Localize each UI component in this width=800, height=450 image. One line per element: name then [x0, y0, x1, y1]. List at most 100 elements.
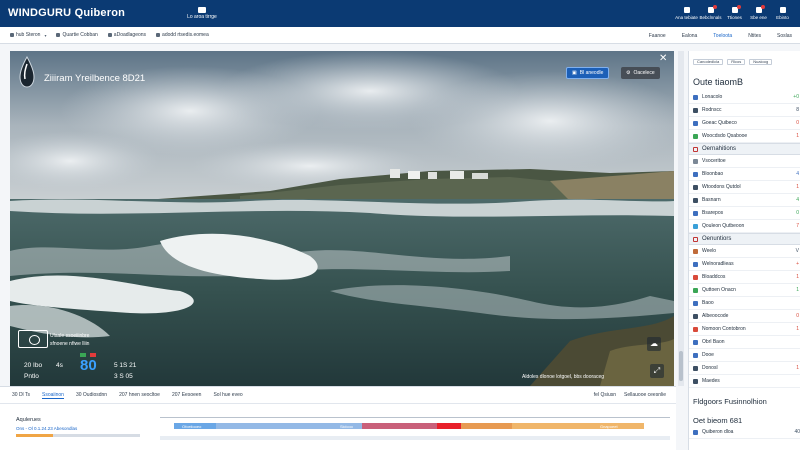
- nav-icon: [755, 5, 765, 13]
- sidebar-block2-title: Fldgoors Fusinnolhion: [693, 397, 767, 406]
- subnav-label: Quartie Cobban: [62, 32, 98, 38]
- spot-name: Vsoceritoe: [702, 158, 726, 164]
- webcam-primary-label: Bl aneodle: [579, 70, 604, 76]
- tab-4[interactable]: Soslas: [777, 33, 792, 39]
- scrollbar-thumb[interactable]: [679, 351, 683, 381]
- timeline-label: Siclcoo: [340, 424, 353, 429]
- sidebar-spot-row[interactable]: Rodnscc 8: [689, 104, 800, 117]
- spot-value: 1: [796, 287, 799, 293]
- timeline-label: Ofoeiiooeo: [182, 424, 202, 429]
- sidebar-spot-row[interactable]: Albeoocode 0: [689, 310, 800, 323]
- sidebar-spot-row[interactable]: Basnarn 4: [689, 194, 800, 207]
- close-icon[interactable]: ✕: [659, 53, 667, 64]
- sidebar-spot-row[interactable]: Quiberon dloa 40: [689, 426, 800, 439]
- sidebar-spot-row[interactable]: Wtoodons Qutdol 1: [689, 181, 800, 194]
- camera-icon[interactable]: [18, 330, 48, 348]
- stat-left-bottom: Pntlo: [24, 373, 39, 380]
- spot-icon: [693, 184, 698, 190]
- stat-right-bottom: 3 S 05: [114, 373, 133, 380]
- sidebar-spot-row[interactable]: Goeac Quibeco 0: [689, 117, 800, 130]
- tab-3[interactable]: Ntites: [748, 33, 761, 39]
- sidebar-spot-row[interactable]: Dooe: [689, 349, 800, 362]
- tab-2[interactable]: Toeloota: [713, 33, 732, 39]
- tab-1[interactable]: Ealona: [682, 33, 698, 39]
- spot-value: 0: [796, 313, 799, 319]
- forecast-tab[interactable]: Ssoaiinon: [41, 392, 64, 399]
- forecast-tab[interactable]: 207 Eesoeen: [172, 392, 201, 398]
- section-icon: [693, 146, 698, 152]
- spot-name: Quttoen Onacn: [702, 287, 736, 293]
- spot-value: 1: [796, 365, 799, 371]
- brand[interactable]: WINDGURU Quiberon: [8, 8, 125, 19]
- sidebar-spot-row[interactable]: Bloonbao 4: [689, 168, 800, 181]
- forecast-summary: Aqulerues Ons - Ol 0.1.24.23 Abesondlas: [16, 417, 140, 437]
- timeline-secondary-bar: [160, 436, 670, 440]
- sidebar-spot-row[interactable]: Lonacolo +0: [689, 91, 800, 104]
- header-nav-label: Ebinto: [776, 15, 789, 20]
- subnav-item-extra[interactable]: adodd rtsedis.eomea: [156, 32, 209, 38]
- spot-name: Albeoocode: [702, 313, 729, 319]
- header-center-item[interactable]: Lo aroa tirrge: [187, 7, 217, 20]
- sidebar-spot-row[interactable]: Nomoon Contobron 1: [689, 323, 800, 336]
- header-nav-item[interactable]: Bebclnnals: [699, 0, 722, 27]
- forecast-tab[interactable]: 30 Dl Ts: [12, 392, 30, 398]
- sidebar-spot-row[interactable]: Quttoen Onacn 1: [689, 284, 800, 297]
- sidebar-spot-row[interactable]: Obrl Baon: [689, 336, 800, 349]
- forecast-right-tab[interactable]: fel Qsiusn: [594, 392, 616, 398]
- spot-value: +0: [793, 94, 799, 100]
- timeline-segment: [437, 423, 461, 429]
- sidebar-scrollbar[interactable]: [678, 51, 684, 386]
- header-nav-item[interactable]: Ttiones: [723, 0, 746, 27]
- header-nav-item[interactable]: Ana tebiate: [675, 0, 698, 27]
- header-nav-item[interactable]: Sbe ene: [747, 0, 770, 27]
- spot-name: Goeac Quibeco: [702, 120, 737, 126]
- location-icon: [10, 33, 14, 37]
- spot-value: 8: [796, 107, 799, 113]
- sidebar-filter[interactable]: Nuaioog: [749, 59, 773, 65]
- fullscreen-icon[interactable]: ⤢: [650, 364, 664, 378]
- sidebar-spot-row[interactable]: Bsarepos 0: [689, 207, 800, 220]
- forecast-timeline[interactable]: Ofoeiiooeo Siclcoo Gnapoeet: [160, 412, 670, 448]
- forecast-subtitle: Ons - Ol 0.1.24.23 Abesondlas: [16, 426, 78, 431]
- forecast-tab[interactable]: 207 hnen seocltoe: [119, 392, 160, 398]
- sidebar-spot-row[interactable]: Baoo: [689, 297, 800, 310]
- nav-icon: [779, 7, 786, 13]
- tab-0[interactable]: Faanoe: [649, 33, 666, 39]
- sidebar-spot-row[interactable]: Weelo V: [689, 245, 800, 258]
- spot-value: V: [795, 248, 799, 254]
- spot-name: Nomoon Contobron: [702, 326, 746, 332]
- forecast-icon: [56, 33, 61, 37]
- sidebar-filter[interactable]: Canodedlcla: [693, 59, 724, 65]
- sidebar-spot-row[interactable]: Woocdsdo Qsabooe 1: [689, 130, 800, 143]
- forecast-tab[interactable]: Sol hue eveo: [213, 392, 242, 398]
- sidebar-spot-row[interactable]: Bloaddcos 1: [689, 271, 800, 284]
- subnav-item-forecast[interactable]: Quartie Cobban: [56, 32, 98, 38]
- big-value: 80: [80, 357, 97, 374]
- spot-name: Qouleon Qutbeoon: [702, 223, 745, 229]
- timeline-segment: [362, 423, 438, 429]
- sidebar-section-title: Oernahitions: [702, 146, 737, 152]
- forecast-tab[interactable]: 30 Oudiosdnn: [76, 392, 107, 398]
- sidebar-filter[interactable]: Rlcos: [727, 59, 746, 65]
- brand-title[interactable]: WINDGURU Quiberon: [8, 8, 125, 19]
- weather-icon[interactable]: ☁: [647, 337, 661, 351]
- spot-icon: [693, 158, 698, 164]
- sidebar-section-title: Oenuntiors: [702, 236, 732, 242]
- spot-name: Weelo: [702, 248, 717, 254]
- sidebar-spot-row[interactable]: Maedes: [689, 375, 800, 388]
- sidebar-spot-row[interactable]: Welnoradlieas +: [689, 258, 800, 271]
- sidebar-spot-row[interactable]: Qouleon Qutbeoon 7: [689, 220, 800, 233]
- timeline-segment: [512, 423, 644, 429]
- subnav-item-downloads[interactable]: aDoadlageons: [107, 32, 146, 38]
- sidebar-spot-row[interactable]: Donosl 1: [689, 362, 800, 375]
- map-icon: [197, 7, 206, 13]
- subnav-item-spot[interactable]: hub Steron ▾: [10, 32, 46, 38]
- header-nav-item[interactable]: Ebinto: [771, 0, 794, 27]
- forecast-right-tab[interactable]: Sellauooe ceesnlie: [624, 392, 666, 398]
- webcam-primary-button[interactable]: ▣ Bl aneodle: [566, 67, 610, 79]
- webcam-view[interactable]: Ziiiram Yreilbence 8D21 ▣ Bl aneodle ⚙ O…: [10, 51, 674, 386]
- spot-icon: [693, 352, 698, 358]
- spot-icon: [693, 365, 698, 371]
- sidebar-spot-row[interactable]: Vsoceritoe: [689, 155, 800, 168]
- webcam-secondary-button[interactable]: ⚙ Oacelece: [621, 67, 660, 79]
